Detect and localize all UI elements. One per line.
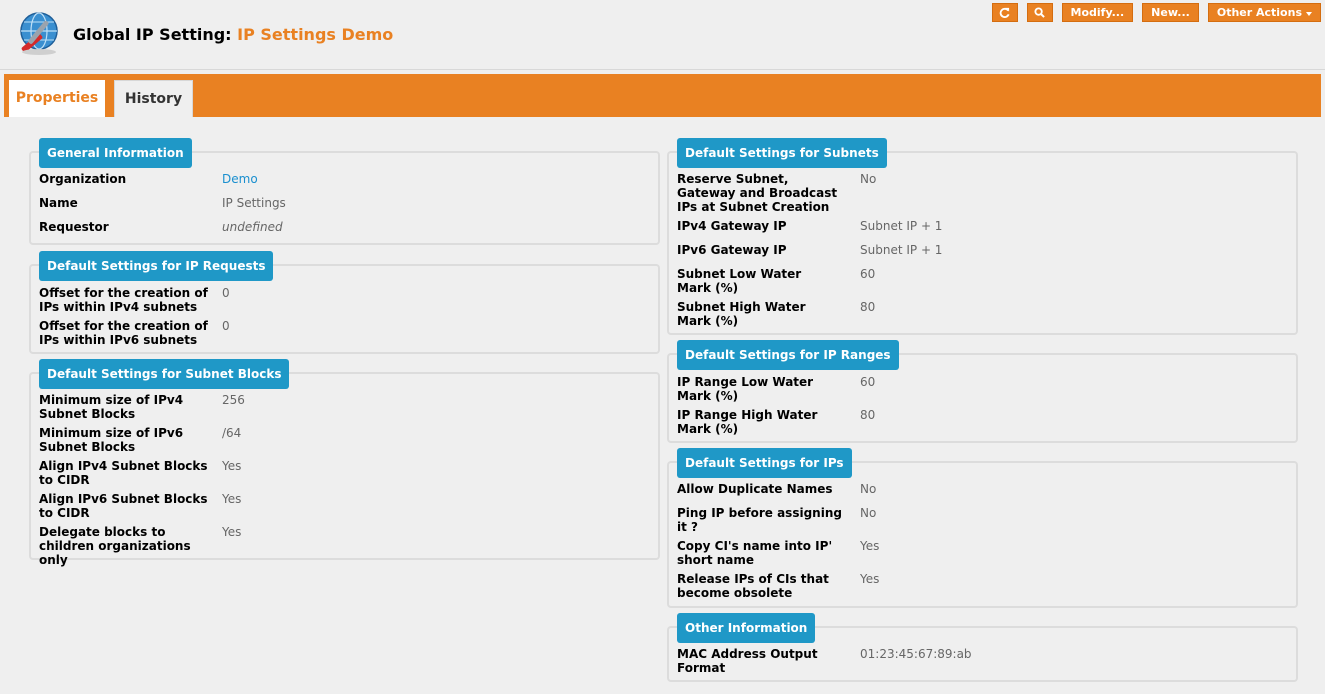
other-information-legend: Other Information (677, 613, 816, 643)
modify-button-label: Modify... (1070, 6, 1125, 19)
min-ipv6-block-value: /64 (222, 426, 242, 440)
ipv6-offset-label: Offset for the creation of IPs within IP… (39, 319, 208, 347)
align-ipv4-cidr-value: Yes (222, 459, 242, 473)
subnets-legend: Default Settings for Subnets (677, 138, 887, 168)
mac-format-label: MAC Address Output Format (677, 647, 818, 675)
subnet-high-water-label: Subnet High Water Mark (%) (677, 300, 806, 328)
allow-duplicate-value: No (860, 482, 877, 496)
refresh-button[interactable] (991, 3, 1018, 22)
general-information-legend: General Information (39, 138, 192, 168)
align-ipv6-cidr-label: Align IPv6 Subnet Blocks to CIDR (39, 492, 208, 520)
ipv6-gateway-value: Subnet IP + 1 (860, 243, 943, 257)
copy-ci-name-value: Yes (860, 539, 880, 553)
delegate-blocks-value: Yes (222, 525, 242, 539)
ips-legend: Default Settings for IPs (677, 448, 852, 478)
release-ips-value: Yes (860, 572, 880, 586)
ipv4-gateway-value: Subnet IP + 1 (860, 219, 943, 233)
min-ipv4-block-value: 256 (222, 393, 245, 407)
organization-value[interactable]: Demo (222, 172, 258, 186)
name-value: IP Settings (222, 196, 286, 210)
reserve-ips-label: Reserve Subnet, Gateway and Broadcast IP… (677, 172, 838, 214)
subnet-high-water-value: 80 (860, 300, 876, 314)
align-ipv6-cidr-value: Yes (222, 492, 242, 506)
subnet-low-water-label: Subnet Low Water Mark (%) (677, 267, 802, 295)
ping-ip-value: No (860, 506, 877, 520)
page-title-prefix: Global IP Setting: (73, 25, 232, 44)
ipv6-offset-value: 0 (222, 319, 230, 333)
name-label: Name (39, 196, 78, 210)
subnet-blocks-legend: Default Settings for Subnet Blocks (39, 359, 290, 389)
allow-duplicate-label: Allow Duplicate Names (677, 482, 833, 496)
copy-ci-name-label: Copy CI's name into IP' short name (677, 539, 833, 567)
requestor-label: Requestor (39, 220, 109, 234)
ipv4-offset-label: Offset for the creation of IPs within IP… (39, 286, 208, 314)
tab-history[interactable]: History (114, 80, 193, 117)
page-title-object: IP Settings Demo (237, 25, 394, 44)
chevron-down-icon (1306, 11, 1312, 16)
align-ipv4-cidr-label: Align IPv4 Subnet Blocks to CIDR (39, 459, 208, 487)
min-ipv6-block-label: Minimum size of IPv6 Subnet Blocks (39, 426, 184, 454)
ipv6-gateway-label: IPv6 Gateway IP (677, 243, 787, 257)
new-button-label: New... (1151, 6, 1190, 19)
mac-format-value: 01:23:45:67:89:ab (860, 647, 972, 661)
page-header: Global IP Setting: IP Settings Demo Modi… (0, 0, 1325, 70)
ip-ranges-legend: Default Settings for IP Ranges (677, 340, 899, 370)
network-tools-icon (20, 12, 58, 55)
other-actions-button[interactable]: Other Actions (1207, 3, 1321, 22)
delegate-blocks-label: Delegate blocks to children organization… (39, 525, 191, 567)
other-actions-label: Other Actions (1216, 6, 1302, 19)
ip-requests-legend: Default Settings for IP Requests (39, 251, 274, 281)
ipv4-offset-value: 0 (222, 286, 230, 300)
search-button[interactable] (1026, 3, 1053, 22)
range-high-water-label: IP Range High Water Mark (%) (677, 408, 818, 436)
tab-properties[interactable]: Properties (9, 80, 105, 117)
tab-bar: Properties History (4, 74, 1321, 117)
search-icon (1034, 7, 1045, 18)
min-ipv4-block-label: Minimum size of IPv4 Subnet Blocks (39, 393, 184, 421)
ipv4-gateway-label: IPv4 Gateway IP (677, 219, 787, 233)
refresh-icon (999, 7, 1010, 18)
range-low-water-value: 60 (860, 375, 876, 389)
range-low-water-label: IP Range Low Water Mark (%) (677, 375, 814, 403)
new-button[interactable]: New... (1142, 3, 1199, 22)
reserve-ips-value: No (860, 172, 877, 186)
organization-label: Organization (39, 172, 127, 186)
action-toolbar: Modify... New... Other Actions (991, 3, 1321, 22)
ping-ip-label: Ping IP before assigning it ? (677, 506, 842, 534)
subnet-low-water-value: 60 (860, 267, 876, 281)
modify-button[interactable]: Modify... (1061, 3, 1134, 22)
release-ips-label: Release IPs of CIs that become obsolete (677, 572, 829, 600)
requestor-value: undefined (222, 220, 283, 234)
page-title: Global IP Setting: IP Settings Demo (73, 25, 393, 44)
range-high-water-value: 80 (860, 408, 876, 422)
